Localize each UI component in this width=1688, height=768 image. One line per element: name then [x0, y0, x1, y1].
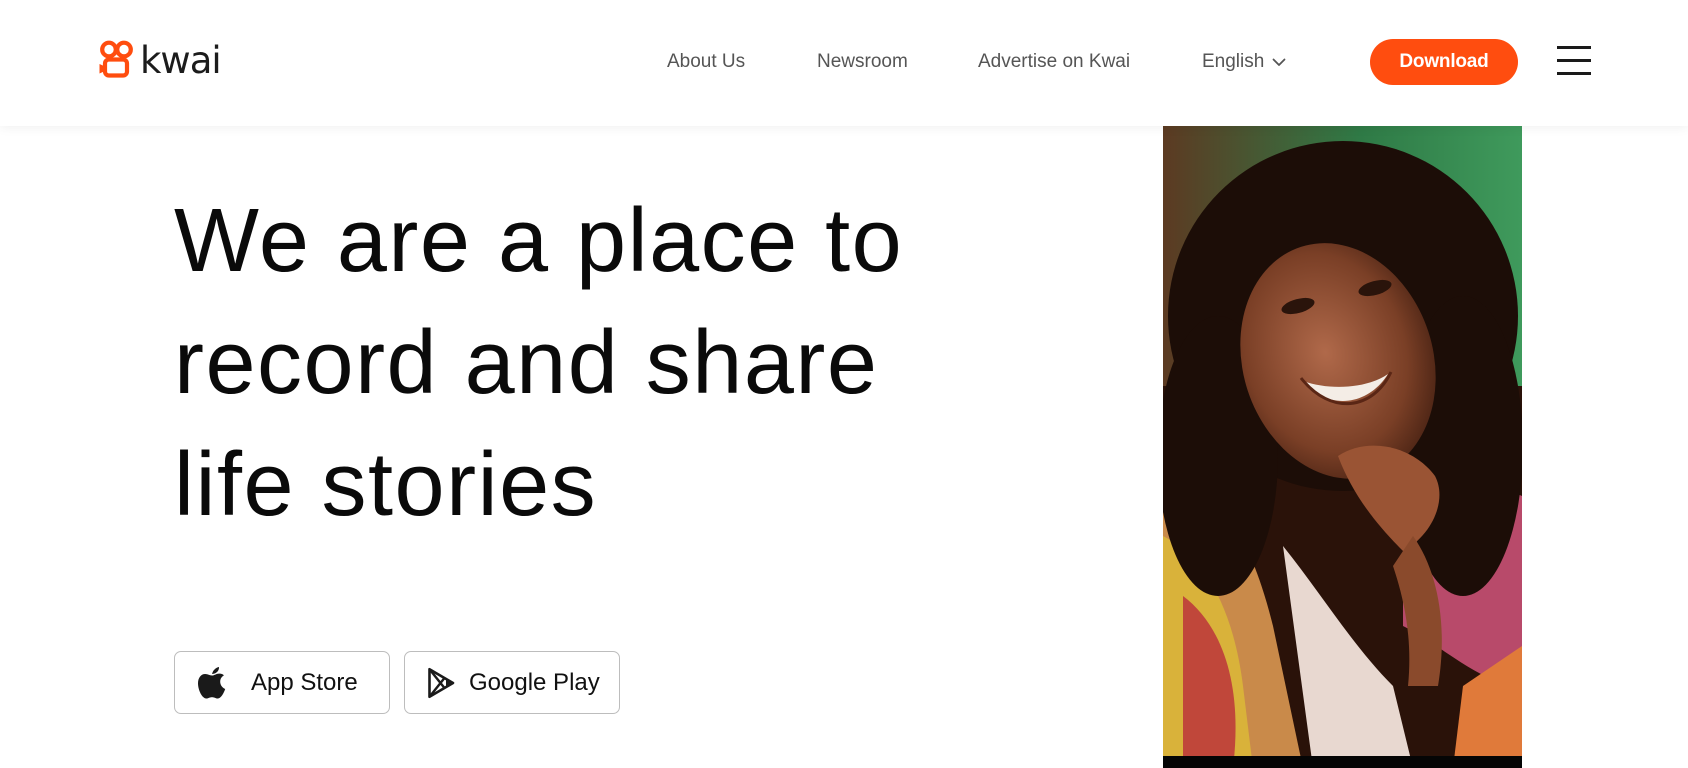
headline-line-3: life stories	[174, 435, 598, 535]
app-store-button[interactable]: App Store	[174, 651, 390, 714]
language-selector[interactable]: English	[1202, 50, 1286, 74]
headline-line-1: We are a place to	[174, 191, 904, 291]
hero-photo-illustration	[1163, 126, 1522, 768]
download-button[interactable]: Download	[1370, 39, 1518, 85]
language-label: English	[1202, 51, 1265, 72]
logo-text: kwai	[140, 38, 222, 82]
chevron-down-icon	[1272, 58, 1286, 66]
google-play-label: Google Play	[469, 668, 600, 696]
nav-newsroom[interactable]: Newsroom	[817, 50, 908, 74]
headline-line-2: record and share	[174, 313, 879, 413]
woman-smiling-photo	[1163, 126, 1522, 768]
google-play-button[interactable]: Google Play	[404, 651, 620, 714]
hero-headline: We are a place to record and share life …	[174, 180, 994, 546]
apple-icon	[198, 666, 226, 698]
kwai-logo-icon	[99, 40, 133, 78]
google-play-icon	[428, 667, 455, 698]
site-header: kwai About Us Newsroom Advertise on Kwai…	[0, 0, 1688, 126]
kwai-logo[interactable]: kwai	[98, 38, 222, 82]
hamburger-menu-icon[interactable]	[1557, 46, 1591, 76]
app-store-label: App Store	[251, 668, 358, 696]
nav-advertise-on-kwai[interactable]: Advertise on Kwai	[978, 50, 1130, 74]
nav-about-us[interactable]: About Us	[667, 50, 745, 74]
